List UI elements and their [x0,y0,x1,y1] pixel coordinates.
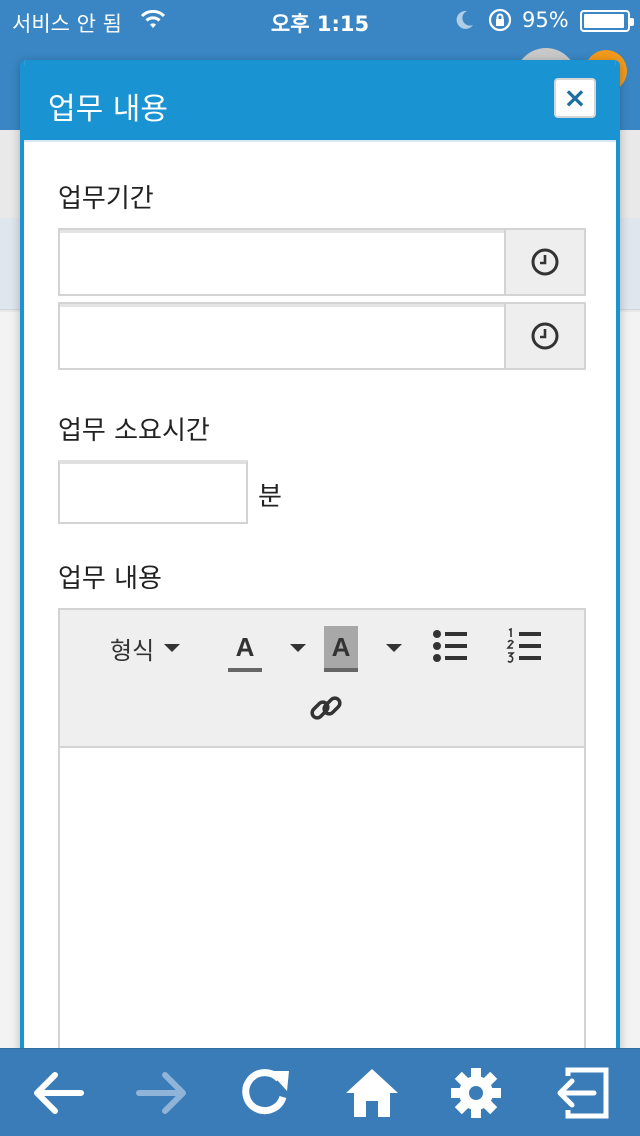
home-icon [346,1069,398,1117]
bullet-list-button[interactable] [432,626,468,666]
content-label: 업무 내용 [58,564,162,594]
refresh-button[interactable] [236,1065,296,1121]
clock-icon [531,248,559,276]
format-dropdown[interactable]: 형식 [110,626,181,670]
chevron-down-icon [290,644,306,652]
forward-button[interactable] [132,1065,192,1121]
battery-icon [580,10,634,32]
editor-body[interactable] [60,748,584,1056]
background-color-button[interactable]: A [324,626,358,672]
battery-percent: 95% [522,8,569,32]
battery-level [584,14,624,28]
period-label: 업무기간 [58,184,154,214]
minutes-unit-label: 분 [258,482,282,512]
numbered-list-button[interactable] [506,626,542,666]
clock-icon [531,322,559,350]
settings-button[interactable] [446,1065,506,1121]
close-button[interactable]: × [554,78,596,118]
end-datetime-group [58,302,586,370]
insert-link-button[interactable] [308,690,344,726]
background-color-dropdown[interactable] [376,644,402,652]
start-clock-button[interactable] [504,230,584,294]
moon-icon [455,9,475,36]
rich-text-editor: 형식 A A [58,608,586,1056]
link-icon [310,696,342,720]
modal-header: 업무 내용 × [24,60,616,142]
logout-icon [557,1067,609,1119]
duration-minutes-input[interactable] [58,460,248,524]
back-arrow-icon [34,1072,84,1114]
gear-icon [451,1068,501,1118]
chevron-down-icon [164,644,181,652]
duration-label: 업무 소요시간 [58,416,210,446]
back-button[interactable] [28,1065,88,1121]
refresh-icon [242,1069,289,1115]
chevron-down-icon [386,644,402,652]
bottom-navigation [0,1048,640,1136]
bullet-list-icon [433,630,467,662]
numbered-list-icon [506,628,541,663]
editor-toolbar: 형식 A A [60,610,584,748]
end-datetime-input[interactable] [60,304,506,368]
forward-arrow-icon [136,1072,186,1114]
modal-title: 업무 내용 [48,92,168,127]
end-clock-button[interactable] [504,304,584,368]
format-dropdown-label: 형식 [110,636,155,665]
rotation-lock-icon [487,8,513,37]
text-color-dropdown[interactable] [280,644,306,652]
logout-button[interactable] [552,1065,612,1121]
home-button[interactable] [342,1065,402,1121]
task-content-modal: 업무 내용 × 업무기간 업무 소요시간 분 업무 내용 형식 A A [20,60,620,1060]
start-datetime-group [58,228,586,296]
text-color-button[interactable]: A [228,626,262,672]
status-bar: 서비스 안 됨 오후 1:15 95% [0,0,640,40]
start-datetime-input[interactable] [60,230,506,294]
